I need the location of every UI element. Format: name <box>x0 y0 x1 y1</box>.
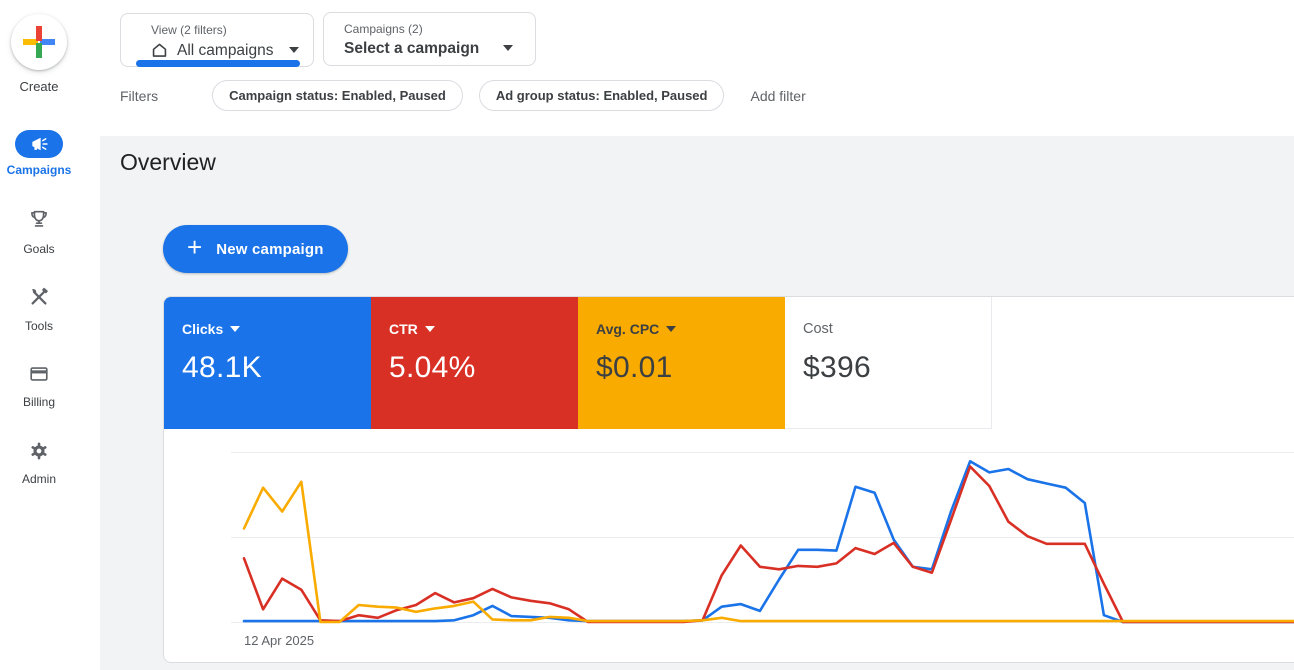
campaign-selector[interactable]: Campaigns (2) Select a campaign <box>323 12 536 66</box>
billing-card-icon <box>28 363 50 385</box>
sidebar-item-label: Billing <box>0 395 78 409</box>
scorecard-label: Cost <box>803 321 833 337</box>
plus-icon: + <box>187 234 202 260</box>
campaign-selector-label: Campaigns (2) <box>344 22 423 36</box>
new-campaign-button[interactable]: + New campaign <box>163 225 348 273</box>
view-selector[interactable]: View (2 filters) All campaigns <box>120 13 314 67</box>
view-selector-value: All campaigns <box>177 41 274 61</box>
create-label: Create <box>0 79 78 94</box>
sidebar: Create Campaigns Goals <box>0 0 100 670</box>
chart-line-clicks <box>244 461 1294 622</box>
create-button[interactable] <box>11 14 67 70</box>
sidebar-item-label: Tools <box>0 319 78 333</box>
filter-chip-adgroup-status[interactable]: Ad group status: Enabled, Paused <box>479 80 725 111</box>
chevron-down-icon <box>503 45 513 51</box>
chevron-down-icon <box>230 326 240 332</box>
sidebar-item-label: Admin <box>0 472 78 486</box>
tools-icon <box>28 286 50 308</box>
chevron-down-icon <box>289 47 299 53</box>
home-icon <box>150 41 169 60</box>
filters-label: Filters <box>120 88 158 104</box>
scorecard-value: $396 <box>803 351 991 385</box>
overview-card: Clicks 48.1K CTR 5.04% Avg. CPC $0.01 Co… <box>163 296 1294 663</box>
campaign-selector-value: Select a campaign <box>344 39 479 59</box>
new-campaign-label: New campaign <box>216 241 323 258</box>
scorecard-clicks[interactable]: Clicks 48.1K <box>164 297 371 429</box>
scorecard-ctr[interactable]: CTR 5.04% <box>371 297 578 429</box>
scorecard-cost[interactable]: Cost $396 <box>785 297 992 429</box>
scorecard-value: 48.1K <box>182 351 371 385</box>
chevron-down-icon <box>425 326 435 332</box>
scorecard-label: Clicks <box>182 321 223 337</box>
chevron-down-icon <box>666 326 676 332</box>
scorecard-value: $0.01 <box>596 351 785 385</box>
megaphone-icon <box>29 134 49 154</box>
scorecard-value: 5.04% <box>389 351 578 385</box>
gear-icon <box>28 440 50 462</box>
google-plus-icon <box>22 25 56 59</box>
add-filter-button[interactable]: Add filter <box>750 88 805 104</box>
filters-bar: Filters Campaign status: Enabled, Paused… <box>120 80 806 111</box>
scorecard-label: Avg. CPC <box>596 321 659 337</box>
scorecard-row: Clicks 48.1K CTR 5.04% Avg. CPC $0.01 Co… <box>164 297 992 429</box>
view-selector-label: View (2 filters) <box>151 23 227 37</box>
x-axis-start-tick: 12 Apr 2025 <box>244 633 314 648</box>
page-title: Overview <box>120 149 216 176</box>
sidebar-item-label: Campaigns <box>0 163 78 177</box>
campaigns-active-pill <box>15 130 63 158</box>
view-selector-active-underline <box>136 60 300 67</box>
chart-line-avg-cpc <box>244 482 1294 622</box>
sidebar-item-label: Goals <box>0 242 78 256</box>
chart-line-ctr <box>244 467 1294 623</box>
scorecard-label: CTR <box>389 321 418 337</box>
filter-chip-campaign-status[interactable]: Campaign status: Enabled, Paused <box>212 80 463 111</box>
scorecard-avg-cpc[interactable]: Avg. CPC $0.01 <box>578 297 785 429</box>
trophy-icon <box>28 208 50 230</box>
